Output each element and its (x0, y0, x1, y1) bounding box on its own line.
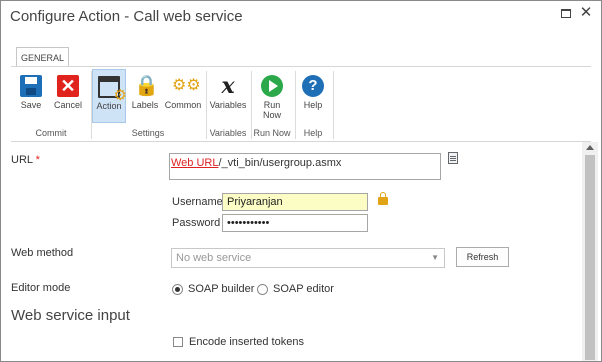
variables-button[interactable]: x Variables (208, 69, 248, 123)
web-method-label: Web method (11, 247, 74, 259)
soap-editor-radio[interactable] (257, 284, 268, 295)
soap-builder-radio[interactable] (172, 284, 183, 295)
save-button[interactable]: Save (15, 69, 47, 123)
cancel-icon: ✕ (57, 75, 79, 97)
group-label-commit: Commit (35, 128, 67, 138)
username-field[interactable]: Priyaranjan (222, 193, 368, 211)
help-button[interactable]: ? Help (297, 69, 329, 123)
ribbon-toolbar: Save ✕ Cancel Commit Action 🔒 Labels ⚙⚙ … (11, 66, 591, 142)
run-now-label-line2: Now (262, 110, 281, 120)
url-label-text: URL (11, 154, 33, 166)
run-icon (261, 75, 283, 97)
url-label: URL * (11, 154, 40, 166)
group-label-run-now: Run Now (253, 128, 291, 138)
common-button-label: Common (164, 100, 202, 110)
soap-builder-label[interactable]: SOAP builder (188, 283, 254, 295)
group-label-help: Help (303, 128, 323, 138)
url-value-rest: /_vti_bin/usergroup.asmx (218, 157, 342, 169)
web-method-select[interactable]: No web service ▼ (171, 248, 445, 268)
insert-reference-icon[interactable] (448, 152, 458, 164)
vertical-scrollbar[interactable] (582, 142, 598, 361)
save-button-label: Save (20, 100, 42, 110)
url-field[interactable]: Web URL/_vti_bin/usergroup.asmx (169, 153, 441, 180)
save-icon (20, 75, 42, 97)
maximize-icon[interactable] (559, 6, 573, 20)
refresh-button[interactable]: Refresh (456, 247, 509, 267)
labels-button-label: Labels (131, 100, 159, 110)
cancel-button-label: Cancel (53, 100, 82, 110)
run-now-button[interactable]: Run Now (254, 69, 290, 123)
password-label: Password (172, 217, 221, 229)
common-icon: ⚙⚙ (172, 77, 201, 94)
lock-icon[interactable] (378, 192, 388, 205)
group-label-settings: Settings (131, 128, 165, 138)
group-separator (295, 71, 296, 139)
variables-icon: x (221, 73, 235, 99)
username-label: Username (172, 196, 223, 208)
close-icon[interactable]: ✕ (579, 5, 593, 20)
dialog-title: Configure Action - Call web service (10, 8, 243, 25)
cancel-button[interactable]: ✕ Cancel (50, 69, 86, 123)
configure-action-dialog: Configure Action - Call web service ✕ GE… (0, 0, 602, 362)
common-button[interactable]: ⚙⚙ Common (164, 69, 202, 123)
encode-tokens-checkbox[interactable] (173, 337, 183, 347)
action-button[interactable]: Action (92, 69, 127, 123)
editor-mode-label: Editor mode (11, 282, 71, 294)
action-icon (98, 76, 127, 104)
password-field[interactable]: ••••••••••• (222, 214, 368, 232)
group-separator (333, 71, 334, 139)
web-method-selected: No web service (176, 252, 252, 264)
chevron-down-icon: ▼ (431, 253, 439, 262)
encode-tokens-label[interactable]: Encode inserted tokens (189, 336, 304, 348)
labels-icon: 🔒 (134, 75, 159, 97)
run-now-label-line1: Run (263, 100, 281, 110)
tab-general[interactable]: GENERAL (16, 47, 69, 67)
scrollbar-thumb[interactable] (585, 155, 595, 360)
required-mark: * (35, 154, 40, 166)
url-token-web-url[interactable]: Web URL (171, 157, 218, 169)
soap-editor-label[interactable]: SOAP editor (273, 283, 334, 295)
variables-button-label: Variables (209, 100, 247, 110)
help-icon: ? (302, 75, 324, 97)
scroll-up-arrow-icon[interactable] (586, 145, 594, 150)
section-title-web-service-input: Web service input (11, 307, 130, 324)
help-button-label: Help (303, 100, 323, 110)
group-label-variables: Variables (209, 128, 247, 138)
labels-button[interactable]: 🔒 Labels (129, 69, 161, 123)
